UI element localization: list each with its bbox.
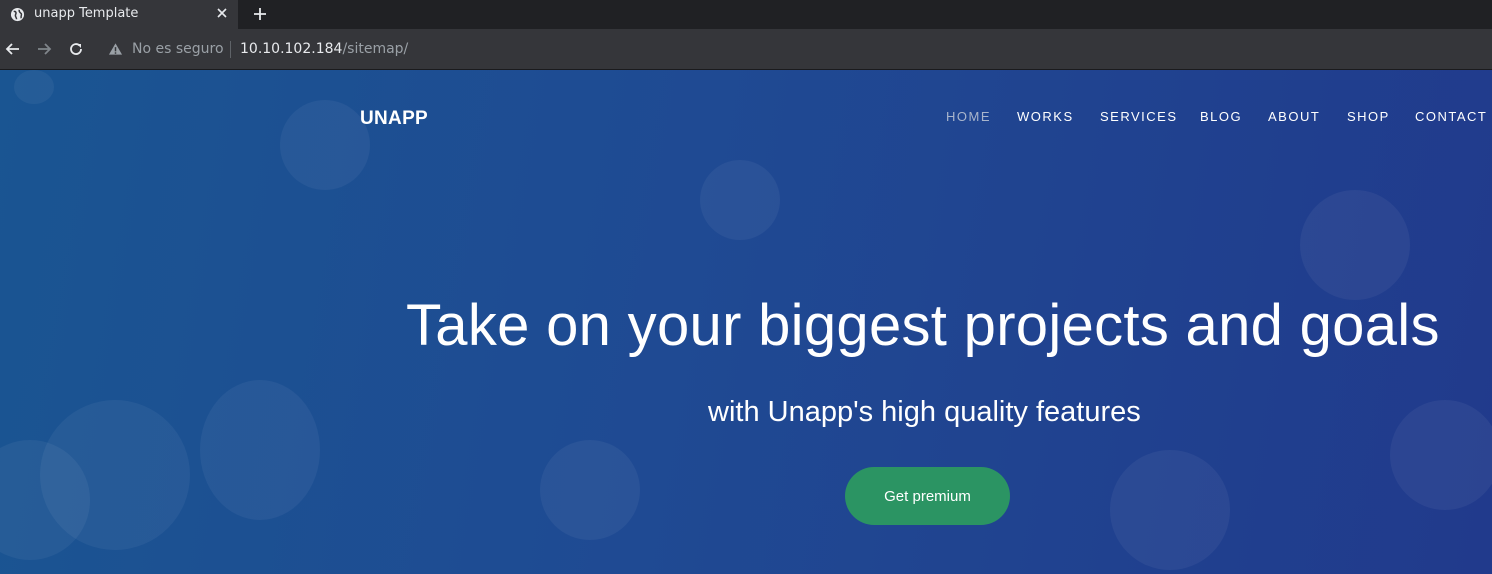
background-bubble: [700, 160, 780, 240]
nav-works[interactable]: WORKS: [1017, 109, 1074, 124]
background-bubble: [14, 70, 54, 104]
close-icon[interactable]: [214, 5, 230, 21]
omnibox-divider: [230, 41, 231, 58]
security-status-text[interactable]: No es seguro: [132, 41, 224, 57]
nav-home[interactable]: HOME: [946, 109, 991, 124]
background-bubble: [1110, 450, 1230, 570]
hero-title: Take on your biggest projects and goals: [406, 293, 1440, 358]
url-host: 10.10.102.184: [240, 41, 343, 57]
warning-triangle-icon[interactable]: [108, 42, 123, 56]
nav-blog[interactable]: BLOG: [1200, 109, 1242, 124]
back-arrow-icon[interactable]: [3, 39, 23, 59]
forward-arrow-icon[interactable]: [34, 39, 54, 59]
browser-tabstrip: unapp Template: [0, 0, 1492, 29]
plus-icon[interactable]: [250, 4, 270, 24]
nav-shop[interactable]: SHOP: [1347, 109, 1390, 124]
background-bubble: [540, 440, 640, 540]
nav-about[interactable]: ABOUT: [1268, 109, 1320, 124]
browser-toolbar: No es seguro 10.10.102.184/sitemap/: [0, 29, 1492, 70]
get-premium-button[interactable]: Get premium: [845, 467, 1010, 525]
url-text[interactable]: 10.10.102.184/sitemap/: [240, 41, 408, 57]
background-bubble: [1390, 400, 1492, 510]
globe-icon: [10, 7, 25, 22]
background-bubble: [1300, 190, 1410, 300]
tab-title: unapp Template: [34, 6, 139, 21]
browser-tab[interactable]: unapp Template: [0, 0, 238, 29]
main-nav: HOME WORKS SERVICES BLOG ABOUT SHOP CONT…: [0, 109, 1492, 129]
background-bubble: [200, 380, 320, 520]
url-path: /sitemap/: [342, 41, 409, 57]
nav-services[interactable]: SERVICES: [1100, 109, 1178, 124]
hero-subtitle: with Unapp's high quality features: [708, 396, 1141, 428]
reload-icon[interactable]: [66, 39, 86, 59]
hero-section: UNAPP HOME WORKS SERVICES BLOG ABOUT SHO…: [0, 70, 1492, 574]
nav-contact[interactable]: CONTACT: [1415, 109, 1487, 124]
address-bar[interactable]: No es seguro 10.10.102.184/sitemap/: [98, 33, 1492, 65]
